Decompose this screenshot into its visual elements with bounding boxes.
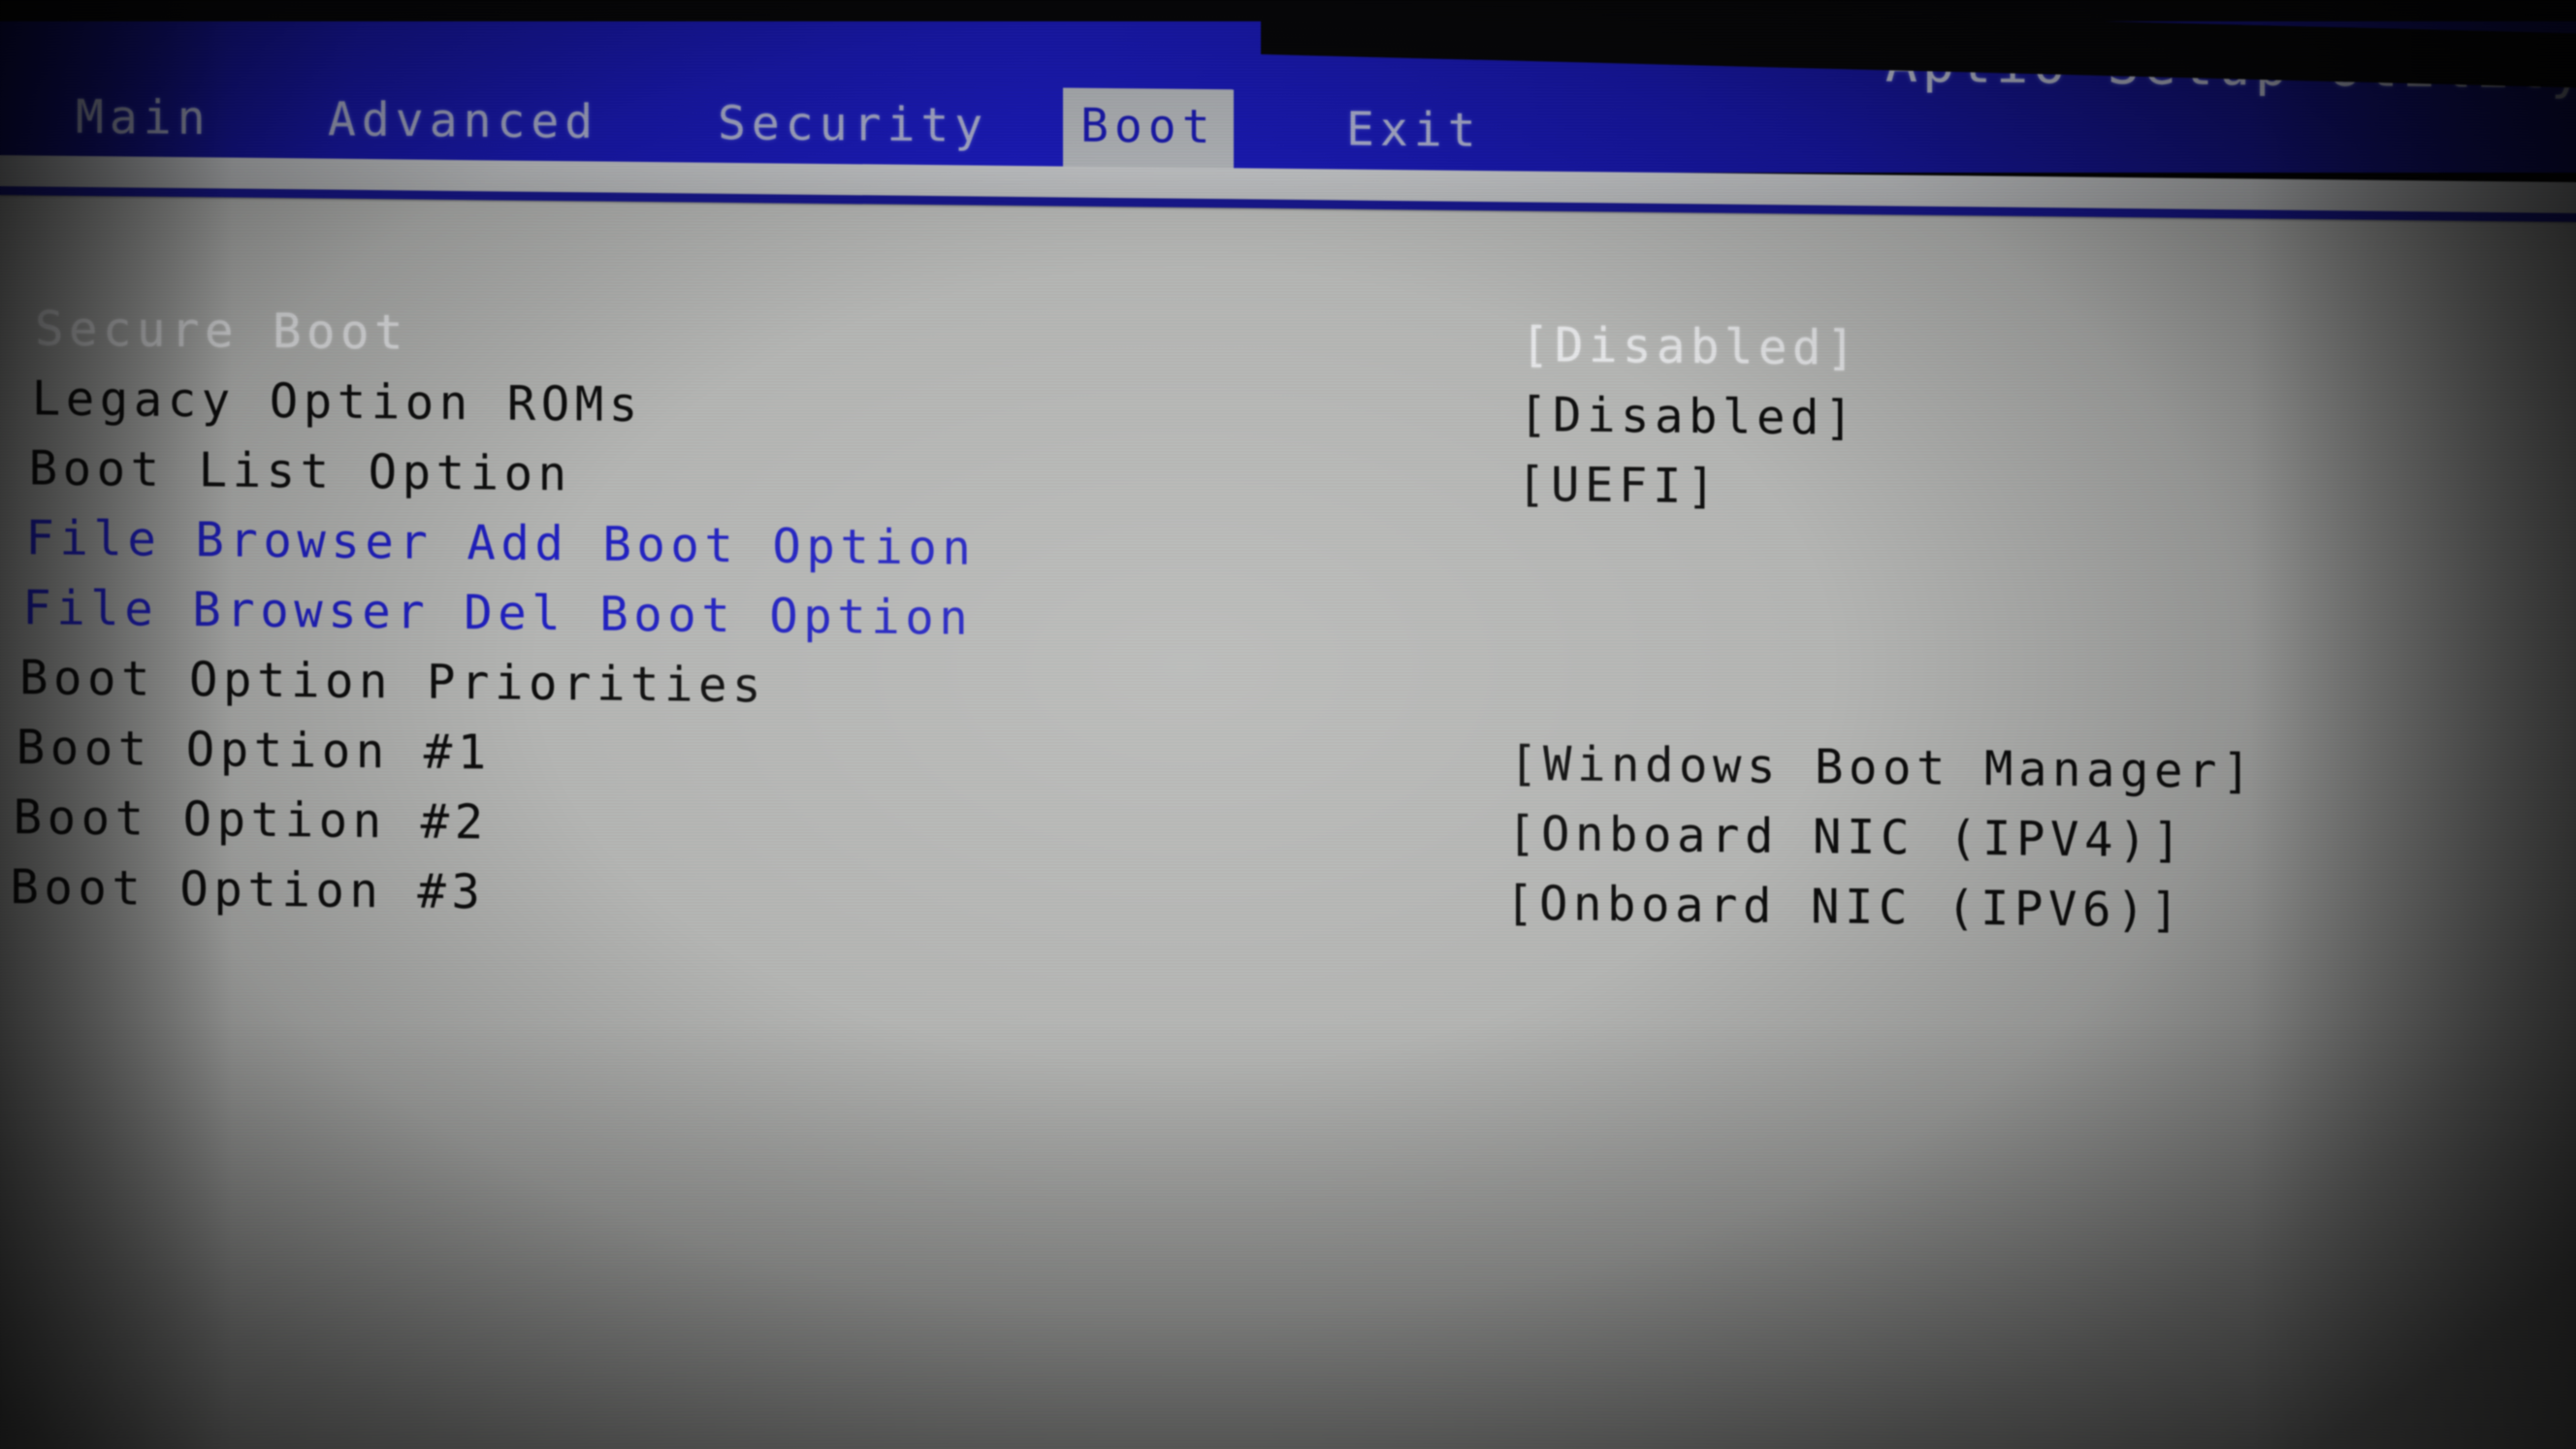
boot-options-list: Secure Boot [Disabled] Legacy Option ROMs [… <box>0 189 2576 1449</box>
menu-tab-security[interactable]: Security <box>700 88 1006 161</box>
menu-tab-advanced[interactable]: Advanced <box>310 84 616 157</box>
setting-row[interactable]: File Browser Del Boot Option <box>0 580 2576 658</box>
setting-label: Boot Option #2 <box>13 789 489 851</box>
setting-value[interactable]: [Windows Boot Manager] <box>1509 736 2256 799</box>
bios-screen-photo: Aptio Setup Utility MainAdvancedSecurity… <box>0 0 2576 1449</box>
setting-value[interactable]: [Disabled] <box>1519 387 1858 446</box>
setting-row[interactable]: Secure Boot [Disabled] <box>0 301 2576 378</box>
setting-value[interactable]: [Onboard NIC (IPV6)] <box>1505 876 2184 939</box>
setting-label: Boot Option Priorities <box>19 650 767 714</box>
setting-value[interactable]: [Disabled] <box>1521 317 1860 376</box>
menu-tab-main[interactable]: Main <box>58 82 229 154</box>
setting-row: Boot Option Priorities <box>0 650 2576 727</box>
setting-row[interactable]: Boot Option #1 [Windows Boot Manager] <box>0 720 2576 799</box>
setting-label: Secure Boot <box>35 301 409 361</box>
setting-row[interactable]: Boot Option #3 [Onboard NIC (IPV6)] <box>0 859 2576 939</box>
settings-body: Secure Boot [Disabled] Legacy Option ROMs [… <box>0 189 2576 1449</box>
setting-row[interactable]: File Browser Add Boot Option <box>0 510 2576 588</box>
setting-label: Legacy Option ROMs <box>31 370 643 434</box>
menu-tab-boot[interactable]: Boot <box>1063 87 1234 173</box>
setting-value[interactable]: [Onboard NIC (IPV4)] <box>1507 806 2186 869</box>
setting-label: Boot List Option <box>28 440 572 502</box>
setting-row[interactable]: Boot List Option [UEFI] <box>0 440 2576 518</box>
setting-label: File Browser Del Boot Option <box>22 580 974 646</box>
setting-label: File Browser Add Boot Option <box>25 510 977 576</box>
setting-row[interactable]: Boot Option #2 [Onboard NIC (IPV4)] <box>0 789 2576 869</box>
menu-tab-exit[interactable]: Exit <box>1329 94 1499 166</box>
setting-label: Boot Option #1 <box>16 720 492 781</box>
setting-label: Boot Option #3 <box>10 859 486 920</box>
setting-row[interactable]: Legacy Option ROMs [Disabled] <box>0 370 2576 448</box>
setting-value[interactable]: [UEFI] <box>1517 457 1721 514</box>
